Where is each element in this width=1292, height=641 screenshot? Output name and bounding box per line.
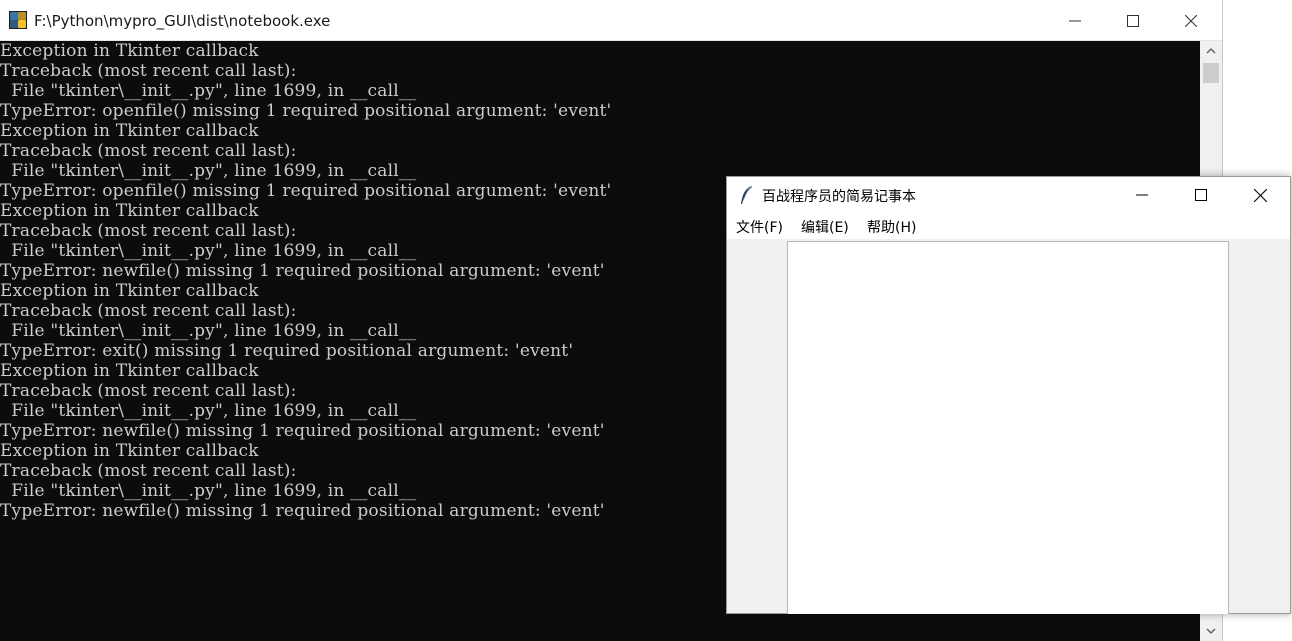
console-line: Traceback (most recent call last): <box>0 61 297 81</box>
console-maximize-button[interactable] <box>1104 0 1162 41</box>
chevron-down-icon <box>1206 628 1216 634</box>
menu-file[interactable]: 文件(F) <box>736 217 783 237</box>
minimize-icon <box>1136 194 1148 196</box>
console-line: TypeError: openfile() missing 1 required… <box>0 101 612 121</box>
notepad-text-area[interactable] <box>787 241 1229 614</box>
console-line: Traceback (most recent call last): <box>0 141 297 161</box>
console-line: Exception in Tkinter callback <box>0 121 259 141</box>
menu-bar: 文件(F) 编辑(E) 帮助(H) <box>727 213 1290 239</box>
menu-help[interactable]: 帮助(H) <box>867 217 916 237</box>
scroll-thumb[interactable] <box>1203 63 1219 83</box>
menu-edit[interactable]: 编辑(E) <box>801 217 849 237</box>
maximize-icon <box>1127 14 1139 27</box>
notepad-window: 百战程序员的简易记事本 文件(F) 编辑(E) 帮助(H) <box>726 176 1291 614</box>
minimize-icon <box>1069 20 1081 21</box>
tk-feather-icon <box>741 185 752 204</box>
notepad-maximize-button[interactable] <box>1172 177 1230 213</box>
close-icon <box>1253 188 1267 202</box>
console-close-button[interactable] <box>1162 0 1220 41</box>
close-icon <box>1185 14 1197 27</box>
notepad-close-button[interactable] <box>1231 177 1289 213</box>
notepad-minimize-button[interactable] <box>1113 177 1171 213</box>
scroll-up-button[interactable] <box>1200 41 1222 61</box>
notepad-title: 百战程序员的简易记事本 <box>762 189 916 205</box>
console-line: File "tkinter\__init__.py", line 1699, i… <box>0 81 417 101</box>
console-title: F:\Python\mypro_GUI\dist\notebook.exe <box>34 12 331 30</box>
console-titlebar[interactable]: F:\Python\mypro_GUI\dist\notebook.exe <box>0 0 1222 41</box>
chevron-up-icon <box>1206 48 1216 54</box>
console-line: Exception in Tkinter callback <box>0 41 259 61</box>
scroll-down-button[interactable] <box>1200 621 1222 641</box>
maximize-icon <box>1195 189 1207 201</box>
console-minimize-button[interactable] <box>1046 0 1104 41</box>
python-exe-icon <box>9 11 27 29</box>
notepad-titlebar[interactable]: 百战程序员的简易记事本 <box>727 177 1290 213</box>
